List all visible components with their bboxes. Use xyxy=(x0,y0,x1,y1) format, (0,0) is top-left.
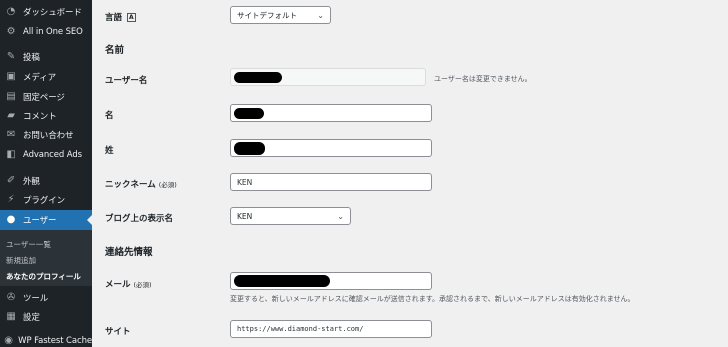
menu-media[interactable]: ▣ メディア xyxy=(0,67,92,87)
menu-pages[interactable]: ▤ 固定ページ xyxy=(0,87,92,107)
menu-label: コメント xyxy=(23,112,57,122)
redaction-mark xyxy=(234,72,282,83)
menu-label: ダッシュボード xyxy=(23,8,82,18)
brush-icon: ✐ xyxy=(6,175,16,186)
chevron-down-icon: ⌄ xyxy=(337,211,344,221)
redaction-mark xyxy=(234,142,265,155)
submenu-add-new[interactable]: 新規追加 xyxy=(6,255,36,266)
redaction-mark xyxy=(234,108,264,119)
pin-icon: ✎ xyxy=(6,51,16,62)
dashboard-icon: ◔ xyxy=(6,6,16,17)
display-name-select[interactable]: KEN ⌄ xyxy=(230,207,351,225)
comment-icon: ▰ xyxy=(7,110,15,121)
menu-label: Advanced Ads xyxy=(23,150,82,160)
first-name-label: 名 xyxy=(105,111,114,121)
gear-icon: ⚙ xyxy=(6,26,16,37)
menu-label: ユーザー xyxy=(23,216,57,226)
menu-label: ツール xyxy=(23,294,49,304)
cache-icon: ◉ xyxy=(4,335,13,346)
language-label: 言語 A xyxy=(105,13,136,23)
profile-form: 言語 A サイトデフォルト ⌄ 名前 ユーザー名 ユーザー名は変更できません。 … xyxy=(92,0,728,347)
nickname-label: ニックネーム (必須) xyxy=(105,180,177,190)
redaction-mark xyxy=(234,275,330,287)
menu-contact[interactable]: ✉ お問い合わせ xyxy=(0,125,92,145)
email-label: メール (必須) xyxy=(105,280,152,290)
menu-label: お問い合わせ xyxy=(23,131,74,141)
ads-icon: ◧ xyxy=(6,149,16,160)
email-note: 変更すると、新しいメールアドレスに確認メールが送信されます。承認されるまで、新し… xyxy=(230,295,635,303)
menu-appearance[interactable]: ✐ 外観 xyxy=(0,171,92,191)
name-section-heading: 名前 xyxy=(105,45,125,56)
translate-icon: A xyxy=(126,13,136,22)
website-label: サイト xyxy=(105,327,131,337)
username-note: ユーザー名は変更できません。 xyxy=(434,75,532,83)
nickname-input[interactable]: KEN xyxy=(230,173,432,191)
last-name-label: 姓 xyxy=(105,146,114,156)
plugin-icon: ⚡ xyxy=(7,194,15,205)
admin-sidebar: ◔ ダッシュボード ⚙ All in One SEO ✎ 投稿 ▣ メディア ▤… xyxy=(0,0,92,347)
wrench-icon: ✇ xyxy=(6,292,16,303)
menu-posts[interactable]: ✎ 投稿 xyxy=(0,47,92,67)
page-icon: ▤ xyxy=(6,91,16,102)
menu-dashboard[interactable]: ◔ ダッシュボード xyxy=(0,2,92,22)
media-icon: ▣ xyxy=(6,71,16,82)
menu-advanced-ads[interactable]: ◧ Advanced Ads xyxy=(0,145,92,165)
menu-label: 投稿 xyxy=(23,53,40,63)
menu-wp-fastest-cache[interactable]: ◉ WP Fastest Cache xyxy=(0,331,92,347)
settings-icon: ▦ xyxy=(6,311,16,322)
display-name-label: ブログ上の表示名 xyxy=(105,214,174,224)
menu-label: All in One SEO xyxy=(23,27,83,37)
contact-section-heading: 連絡先情報 xyxy=(105,247,153,258)
menu-comments[interactable]: ▰ コメント xyxy=(0,106,92,126)
menu-tools[interactable]: ✇ ツール xyxy=(0,288,92,308)
menu-label: 外観 xyxy=(23,177,40,187)
menu-all-in-one-seo[interactable]: ⚙ All in One SEO xyxy=(0,22,92,42)
website-input[interactable]: https://www.diamond-start.com/ xyxy=(230,320,432,338)
language-select[interactable]: サイトデフォルト ⌄ xyxy=(230,6,331,24)
username-label: ユーザー名 xyxy=(105,76,148,86)
menu-label: プラグイン xyxy=(23,196,66,206)
submenu-all-users[interactable]: ユーザー一覧 xyxy=(6,239,51,250)
submenu-your-profile[interactable]: あなたのプロフィール xyxy=(6,271,81,282)
menu-settings[interactable]: ▦ 設定 xyxy=(0,307,92,327)
menu-label: 固定ページ xyxy=(23,93,65,103)
menu-plugins[interactable]: ⚡ プラグイン xyxy=(0,190,92,210)
menu-label: WP Fastest Cache xyxy=(18,336,92,346)
user-icon: ● xyxy=(6,214,16,225)
menu-label: 設定 xyxy=(23,313,40,323)
menu-users[interactable]: ● ユーザー xyxy=(0,210,92,230)
mail-icon: ✉ xyxy=(6,129,16,140)
menu-label: メディア xyxy=(23,73,57,83)
chevron-down-icon: ⌄ xyxy=(317,10,324,20)
